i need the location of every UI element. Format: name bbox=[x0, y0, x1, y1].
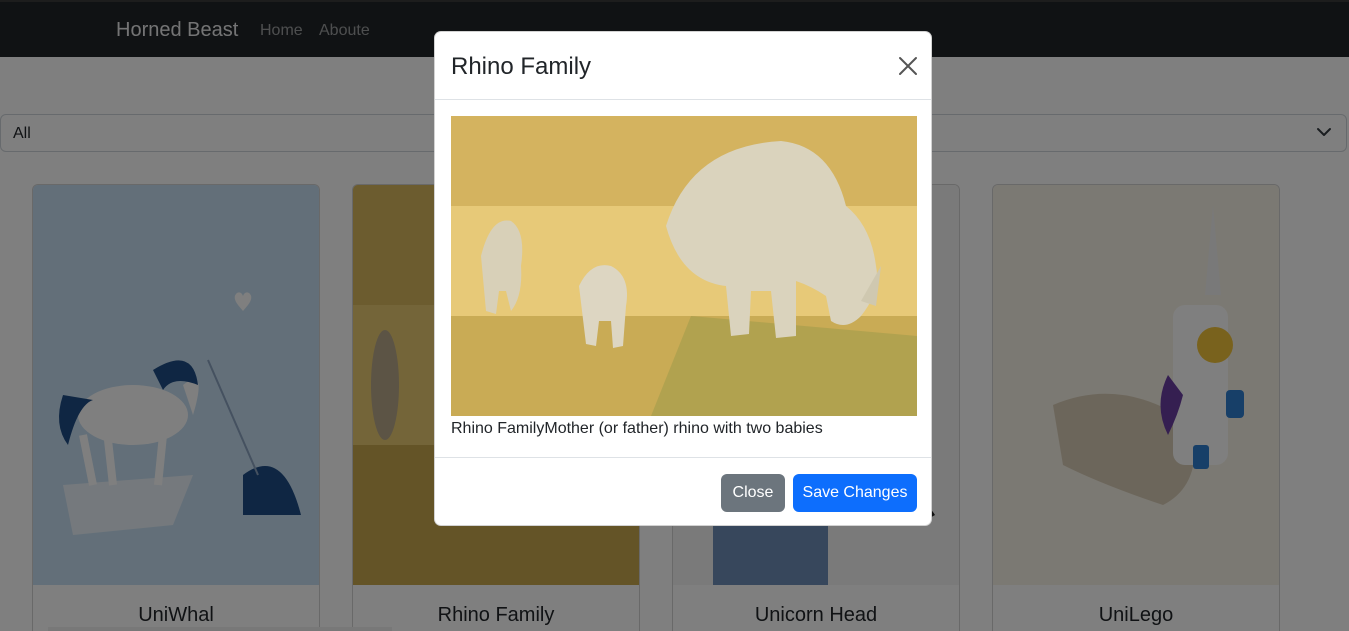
modal-dialog: Rhino Family Rhino FamilyMother (or fath… bbox=[434, 31, 932, 526]
modal-header: Rhino Family bbox=[435, 32, 931, 100]
close-icon[interactable] bbox=[897, 55, 919, 77]
close-button[interactable]: Close bbox=[721, 474, 785, 512]
save-changes-button[interactable]: Save Changes bbox=[793, 474, 917, 512]
modal-image-rhino-family bbox=[451, 116, 917, 416]
modal-footer: Close Save Changes bbox=[435, 457, 931, 525]
modal-body: Rhino FamilyMother (or father) rhino wit… bbox=[435, 100, 931, 457]
modal-description: Rhino FamilyMother (or father) rhino wit… bbox=[451, 420, 823, 437]
modal-title: Rhino Family bbox=[451, 53, 592, 80]
